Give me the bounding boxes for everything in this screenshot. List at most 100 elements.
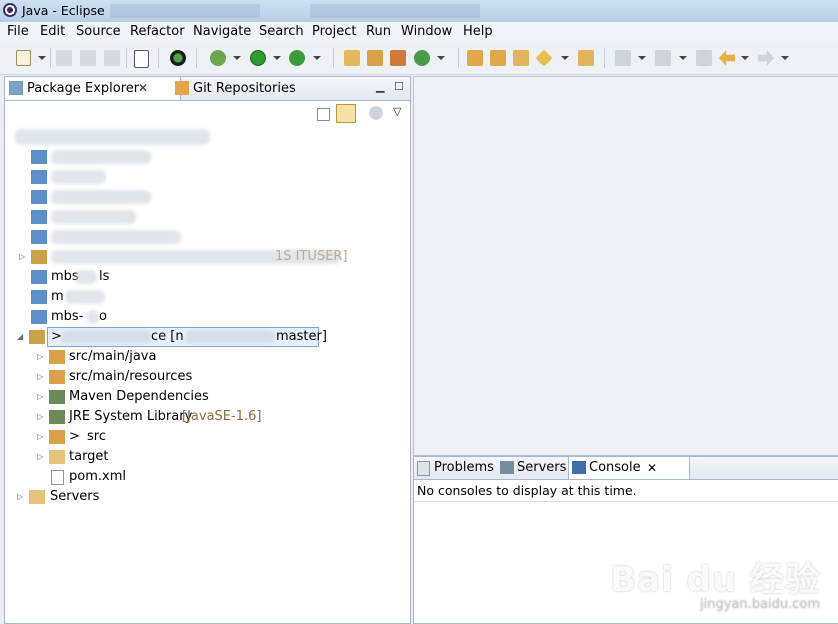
tree-row[interactable]: ▷ target xyxy=(5,447,410,467)
next-annotation-dropdown-icon[interactable] xyxy=(638,56,646,60)
last-edit-icon[interactable] xyxy=(696,50,712,66)
tree-row[interactable] xyxy=(5,207,410,227)
collapse-arrow-icon[interactable]: ◢ xyxy=(17,327,25,347)
menu-run[interactable]: Run xyxy=(366,24,391,39)
tree-label: target xyxy=(69,449,109,464)
menu-file[interactable]: File xyxy=(7,24,29,39)
debug-icon[interactable] xyxy=(210,50,226,66)
jre-version-decoration: [JavaSE-1.6] xyxy=(182,409,262,424)
tree-row[interactable]: ▷ src/main/java xyxy=(5,347,410,367)
tree-row[interactable]: ▷ > src xyxy=(5,427,410,447)
bottom-tab-bar: Problems Servers Console ✕ xyxy=(414,457,838,480)
filters-icon[interactable] xyxy=(368,105,384,121)
tree-row-project-selected[interactable]: ◢ > ce [n master] xyxy=(5,327,410,347)
tree-row[interactable]: ▷ JRE System Library [JavaSE-1.6] xyxy=(5,407,410,427)
expand-arrow-icon[interactable]: ▷ xyxy=(19,247,27,267)
tree-row[interactable]: pom.xml xyxy=(5,467,410,487)
close-icon[interactable]: ✕ xyxy=(138,77,148,100)
expand-arrow-icon[interactable]: ▷ xyxy=(17,487,25,507)
expand-arrow-icon[interactable]: ▷ xyxy=(37,407,45,427)
expand-arrow-icon[interactable]: ▷ xyxy=(37,387,45,407)
redacted-label xyxy=(185,330,275,344)
open-resource-icon[interactable] xyxy=(490,50,506,66)
save-icon[interactable] xyxy=(56,50,72,66)
new-java-project-icon[interactable] xyxy=(344,50,360,66)
tree-row[interactable] xyxy=(5,147,410,167)
menu-source[interactable]: Source xyxy=(76,24,121,39)
open-task-icon[interactable] xyxy=(578,50,594,66)
save-all-icon[interactable] xyxy=(80,50,96,66)
menu-window[interactable]: Window xyxy=(401,24,452,39)
tree-row[interactable]: mbs ls xyxy=(5,267,410,287)
redacted-label xyxy=(51,230,181,244)
view-menu-icon[interactable]: ▽ xyxy=(393,105,401,118)
tree-row[interactable]: m xyxy=(5,287,410,307)
tree-row[interactable]: ▷ Servers xyxy=(5,487,410,507)
tab-problems-label: Problems xyxy=(434,460,494,475)
run-icon[interactable] xyxy=(250,50,266,66)
link-with-editor-icon[interactable] xyxy=(336,104,356,123)
minimize-icon[interactable]: ▁ xyxy=(376,80,384,93)
new-dropdown-icon[interactable] xyxy=(38,56,46,60)
eclipse-app-icon xyxy=(3,3,17,17)
tab-git-repositories[interactable]: Git Repositories xyxy=(171,77,313,100)
maven-project-icon xyxy=(31,250,47,264)
view-toolbar: ▽ xyxy=(5,101,410,127)
back-arrow-icon[interactable] xyxy=(719,50,735,66)
external-tools-dropdown-icon[interactable] xyxy=(313,56,321,60)
next-annotation-icon[interactable] xyxy=(615,50,631,66)
binary-icon[interactable] xyxy=(134,50,149,68)
tree-row[interactable] xyxy=(5,227,410,247)
run-dropdown-icon[interactable] xyxy=(273,56,281,60)
new-icon[interactable] xyxy=(16,50,31,66)
external-tools-icon[interactable] xyxy=(289,50,305,66)
search-dropdown-icon[interactable] xyxy=(561,56,569,60)
search-tool-icon[interactable] xyxy=(535,49,553,67)
divider xyxy=(414,501,838,502)
menu-bar: File Edit Source Refactor Navigate Searc… xyxy=(0,22,838,42)
new-other-dropdown-icon[interactable] xyxy=(437,56,445,60)
forward-dropdown-icon[interactable] xyxy=(781,56,789,60)
tree-row[interactable]: ▷ src/main/resources xyxy=(5,367,410,387)
tab-package-explorer[interactable]: Package Explorer ✕ xyxy=(5,77,181,100)
new-other-icon[interactable] xyxy=(414,50,430,66)
menu-navigate[interactable]: Navigate xyxy=(193,24,251,39)
prev-annotation-dropdown-icon[interactable] xyxy=(679,56,687,60)
menu-help[interactable]: Help xyxy=(463,24,493,39)
expand-arrow-icon[interactable]: ▷ xyxy=(37,347,45,367)
menu-refactor[interactable]: Refactor xyxy=(130,24,185,39)
redacted-label xyxy=(51,210,136,224)
close-icon[interactable]: ✕ xyxy=(647,457,657,479)
menu-project[interactable]: Project xyxy=(312,24,356,39)
new-package-icon[interactable] xyxy=(367,50,383,66)
tab-console[interactable]: Console ✕ xyxy=(568,457,690,479)
tree-row[interactable] xyxy=(5,187,410,207)
project-branch-tail: master] xyxy=(276,329,327,344)
servers-icon xyxy=(500,461,514,474)
toolbar-separator xyxy=(458,48,459,68)
tree-label: JRE System Library xyxy=(69,409,193,424)
spring-icon[interactable] xyxy=(170,50,186,66)
tree-row-project[interactable]: ▷ 1S ITUSER] xyxy=(5,247,410,267)
tree-label: src/main/resources xyxy=(69,369,193,384)
print-icon[interactable] xyxy=(104,50,120,66)
new-class-icon[interactable] xyxy=(390,50,406,66)
open-folder-icon[interactable] xyxy=(513,50,529,66)
tree-row[interactable]: ▷ Maven Dependencies xyxy=(5,387,410,407)
open-type-icon[interactable] xyxy=(467,50,483,66)
maximize-icon[interactable]: ☐ xyxy=(394,80,404,93)
expand-arrow-icon[interactable]: ▷ xyxy=(37,367,45,387)
debug-dropdown-icon[interactable] xyxy=(233,56,241,60)
expand-arrow-icon[interactable]: ▷ xyxy=(37,447,45,467)
menu-search[interactable]: Search xyxy=(259,24,304,39)
forward-arrow-icon[interactable] xyxy=(758,50,774,66)
back-dropdown-icon[interactable] xyxy=(741,56,749,60)
tree-row[interactable]: mbs- o xyxy=(5,307,410,327)
expand-arrow-icon[interactable]: ▷ xyxy=(37,427,45,447)
collapse-all-icon[interactable] xyxy=(317,108,330,121)
menu-edit[interactable]: Edit xyxy=(40,24,65,39)
prev-annotation-icon[interactable] xyxy=(655,50,671,66)
tree-row[interactable] xyxy=(5,167,410,187)
tree-label-suffix: o xyxy=(99,309,107,324)
editor-area[interactable] xyxy=(413,76,838,456)
